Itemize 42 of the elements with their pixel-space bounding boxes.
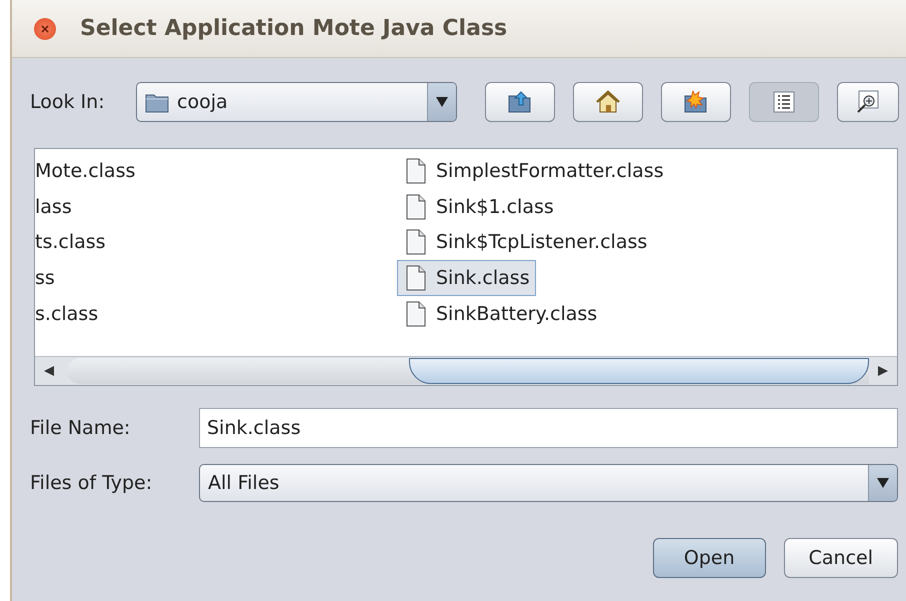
cancel-button[interactable]: Cancel	[784, 538, 898, 578]
look-in-dropdown[interactable]: cooja	[136, 82, 457, 122]
details-view-icon	[856, 90, 880, 114]
horizontal-scrollbar[interactable]	[35, 356, 897, 385]
window-title: Select Application Mote Java Class	[80, 16, 508, 41]
file-type-label: Files of Type:	[30, 472, 154, 494]
list-view-icon	[773, 91, 795, 113]
open-button[interactable]: Open	[652, 538, 766, 578]
look-in-label: Look In:	[30, 91, 106, 113]
file-item[interactable]: Mote.class	[35, 153, 142, 189]
toolbar-button[interactable]	[837, 82, 899, 122]
toolbar-button[interactable]	[485, 82, 555, 122]
file-type-dropdown[interactable]: All Files	[199, 464, 898, 502]
scroll-right-icon[interactable]	[878, 366, 888, 376]
toolbar-button[interactable]	[573, 82, 643, 122]
file-item[interactable]: Sink$1.class	[397, 188, 560, 224]
toolbar-button[interactable]	[749, 82, 819, 122]
file-item[interactable]: s.class	[35, 296, 104, 332]
file-item[interactable]: lass	[35, 188, 78, 224]
file-item[interactable]: SinkBattery.class	[397, 296, 604, 332]
file-icon	[405, 158, 427, 184]
new-folder-icon	[683, 90, 709, 114]
file-item[interactable]: Sink$TcpListener.class	[397, 224, 654, 260]
file-name-field[interactable]: Sink.class	[199, 408, 898, 448]
file-icon	[405, 229, 427, 256]
home-icon	[595, 90, 621, 114]
dropdown-arrow-icon	[436, 97, 448, 107]
file-name-label: File Name:	[30, 417, 132, 439]
scroll-left-icon[interactable]	[44, 366, 54, 376]
folder-up-icon	[507, 90, 533, 114]
scrollbar-thumb[interactable]	[409, 358, 869, 384]
file-icon	[405, 194, 427, 220]
close-icon	[40, 24, 50, 34]
file-item[interactable]: ts.class	[35, 224, 112, 260]
file-icon	[405, 300, 427, 327]
file-item[interactable]: SimplestFormatter.class	[397, 153, 670, 189]
close-button[interactable]	[34, 18, 56, 40]
file-item[interactable]: Sink.class	[397, 260, 536, 296]
file-icon	[405, 264, 427, 291]
dropdown-arrow-icon	[877, 478, 889, 488]
toolbar-button[interactable]	[661, 82, 731, 122]
file-item[interactable]: ss	[35, 260, 61, 296]
